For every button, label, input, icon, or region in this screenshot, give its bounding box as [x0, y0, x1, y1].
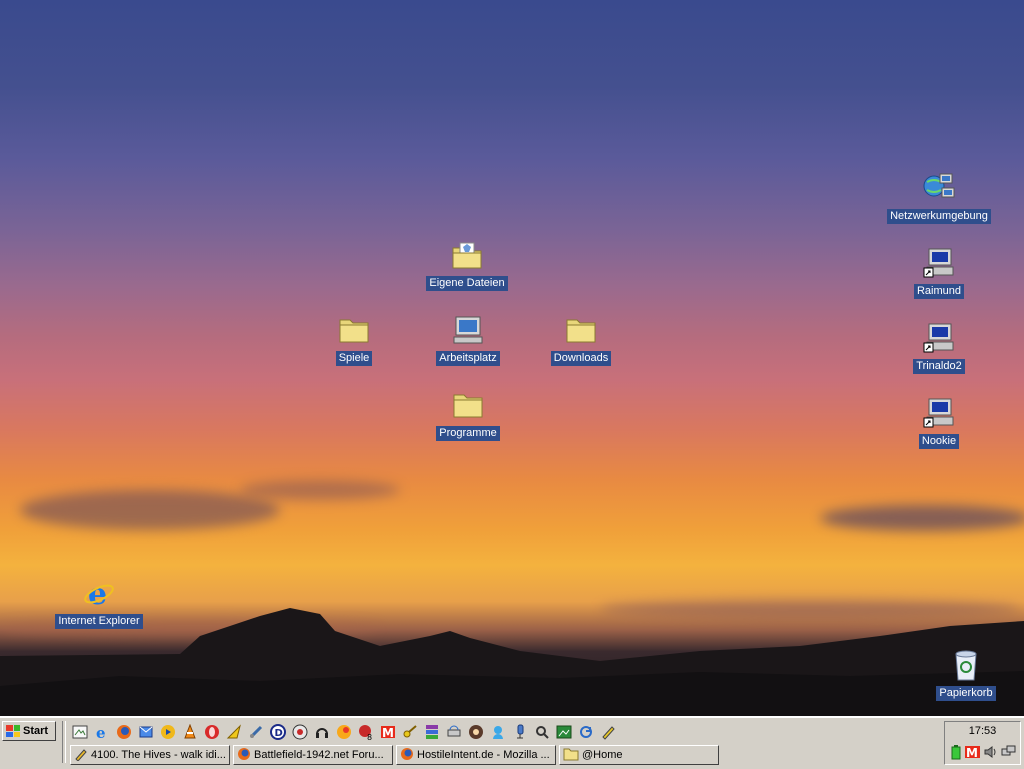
internet-explorer-icon: e — [82, 576, 116, 610]
winrar-icon[interactable] — [422, 723, 441, 742]
desktop: Eigene Dateien Spiele Arbeitsplatz Downl… — [0, 0, 1024, 716]
clock[interactable]: 17:53 — [945, 725, 1020, 737]
messenger-icon[interactable] — [488, 723, 507, 742]
system-tray: 17:53 M — [944, 721, 1021, 765]
desktop-icon-spiele[interactable]: Spiele — [299, 313, 409, 366]
icon-label: Nookie — [918, 434, 960, 449]
icon-label: Spiele — [335, 351, 373, 366]
network-tool-icon[interactable] — [246, 723, 265, 742]
cloud — [20, 490, 280, 530]
windows-logo-icon — [6, 725, 20, 737]
battery-icon[interactable] — [949, 744, 963, 763]
tray-icons: M — [949, 744, 1017, 763]
desktop-icon-downloads[interactable]: Downloads — [526, 313, 636, 366]
desktop-icon-raimund[interactable]: Raimund — [884, 246, 994, 299]
picture-icon[interactable] — [554, 723, 573, 742]
headset-icon[interactable] — [312, 723, 331, 742]
network-drive-icon[interactable] — [444, 723, 463, 742]
gmail-icon[interactable]: M — [965, 744, 981, 763]
internet-explorer-icon[interactable]: e — [92, 723, 111, 742]
desktop-icon-netzwerkumgebung[interactable]: Netzwerkumgebung — [884, 171, 994, 224]
vlc-icon[interactable] — [180, 723, 199, 742]
icon-label: Papierkorb — [936, 686, 996, 701]
microphone-icon[interactable] — [510, 723, 529, 742]
folder-icon — [563, 747, 579, 764]
network-status-icon[interactable] — [1001, 744, 1017, 763]
svg-text:M: M — [382, 726, 394, 740]
icon-label: Netzwerkumgebung — [887, 209, 991, 224]
firefox-icon — [237, 747, 251, 764]
computer-icon — [451, 313, 485, 347]
desktop-icon-programme[interactable]: Programme — [413, 388, 523, 441]
svg-text:e: e — [96, 724, 106, 740]
task-button[interactable]: HostileIntent.de - Mozilla ... — [396, 745, 556, 765]
refresh-icon[interactable] — [576, 723, 595, 742]
folder-icon — [337, 313, 371, 347]
recycle-bin-icon — [949, 648, 983, 682]
start-button[interactable]: Start — [2, 721, 56, 741]
task-button[interactable]: Battlefield-1942.net Foru... — [233, 745, 393, 765]
task-button[interactable]: 4100. The Hives - walk idi... — [70, 745, 230, 765]
weather-icon[interactable] — [334, 723, 353, 742]
folder-icon — [451, 388, 485, 422]
desktop-icon-arbeitsplatz[interactable]: Arbeitsplatz — [413, 313, 523, 366]
cloud — [820, 505, 1024, 531]
cloud — [240, 480, 400, 500]
computer-shortcut-icon — [922, 396, 956, 430]
task-label: HostileIntent.de - Mozilla ... — [417, 749, 550, 761]
task-label: 4100. The Hives - walk idi... — [91, 749, 226, 761]
d-tool-icon[interactable]: D — [268, 723, 287, 742]
outlook-express-icon[interactable] — [136, 723, 155, 742]
icon-label: Arbeitsplatz — [436, 351, 500, 366]
desktop-icon-papierkorb[interactable]: Papierkorb — [911, 648, 1021, 701]
taskbar-separator — [62, 721, 66, 763]
opera-icon[interactable] — [202, 723, 221, 742]
volume-icon[interactable] — [983, 744, 999, 763]
icon-label: Raimund — [913, 284, 965, 299]
icon-label: Trinaldo2 — [913, 359, 965, 374]
computer-shortcut-icon — [922, 246, 956, 280]
task-button[interactable]: @Home — [559, 745, 719, 765]
recorder-icon[interactable] — [466, 723, 485, 742]
network-icon — [922, 171, 956, 205]
folder-icon — [564, 313, 598, 347]
show-desktop-icon[interactable] — [70, 723, 89, 742]
documents-folder-icon — [450, 238, 484, 272]
desktop-icon-nookie[interactable]: Nookie — [884, 396, 994, 449]
icon-label: Internet Explorer — [55, 614, 143, 629]
pencil-icon — [74, 747, 88, 764]
taskbar: Start e D 8 M 4100. The Hives - walk idi… — [0, 716, 1024, 769]
winamp-icon[interactable] — [224, 723, 243, 742]
gmail-icon[interactable]: M — [378, 723, 397, 742]
desktop-icon-trinaldo2[interactable]: Trinaldo2 — [884, 321, 994, 374]
task-buttons: 4100. The Hives - walk idi... Battlefiel… — [70, 745, 719, 765]
svg-text:M: M — [966, 746, 978, 760]
badge-tool-icon[interactable]: 8 — [356, 723, 375, 742]
svg-text:8: 8 — [367, 733, 372, 740]
icon-label: Downloads — [550, 351, 612, 366]
audio-tool-icon[interactable] — [290, 723, 309, 742]
media-player-icon[interactable] — [158, 723, 177, 742]
pen-icon[interactable] — [598, 723, 617, 742]
start-label: Start — [23, 725, 49, 737]
keys-icon[interactable] — [400, 723, 419, 742]
task-label: Battlefield-1942.net Foru... — [254, 749, 384, 761]
quick-launch-bar: e D 8 M — [70, 721, 617, 743]
desktop-icon-eigene-dateien[interactable]: Eigene Dateien — [412, 238, 522, 291]
svg-text:D: D — [274, 728, 282, 739]
search-icon[interactable] — [532, 723, 551, 742]
icon-label: Programme — [436, 426, 500, 441]
firefox-icon[interactable] — [114, 723, 133, 742]
icon-label: Eigene Dateien — [426, 276, 508, 291]
computer-shortcut-icon — [922, 321, 956, 355]
task-label: @Home — [582, 749, 623, 761]
firefox-icon — [400, 747, 414, 764]
desktop-icon-internet-explorer[interactable]: e Internet Explorer — [44, 576, 154, 629]
